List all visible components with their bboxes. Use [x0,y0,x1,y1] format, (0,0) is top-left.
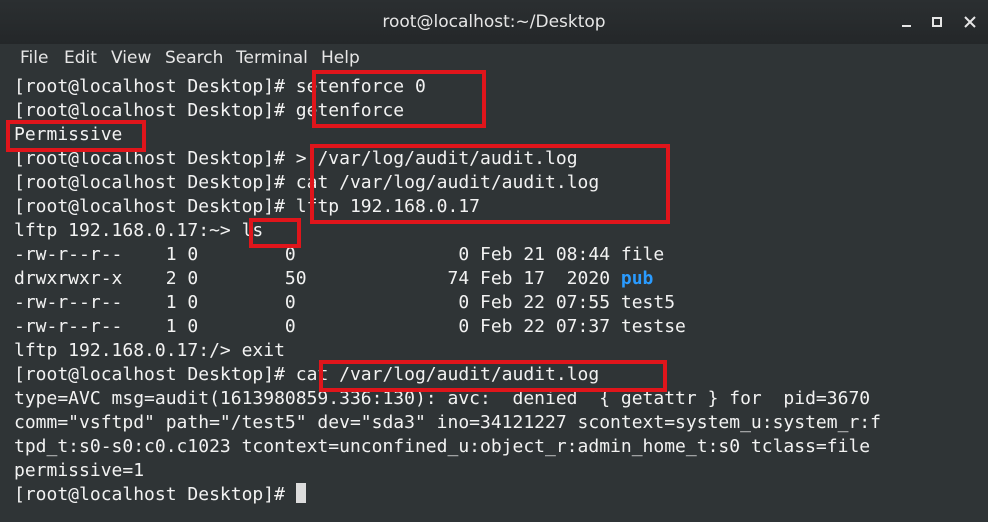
terminal-window: root@localhost:~/Desktop File Edit View … [0,0,988,522]
terminal-line: tpd_t:s0-s0:c0.c1023 tcontext=unconfined… [14,436,871,457]
highlight-box-commands [310,144,670,224]
menu-help[interactable]: Help [321,48,360,68]
directory-name: pub [620,268,654,289]
menu-search[interactable]: Search [165,48,223,68]
terminal-line: lftp 192.168.0.17:~> ls [14,220,264,241]
menu-file[interactable]: File [20,48,48,68]
window-title: root@localhost:~/Desktop [382,12,606,32]
terminal-line: -rw-r--r-- 1 0 0 0 Feb 22 07:37 testse [14,316,686,337]
title-bar[interactable]: root@localhost:~/Desktop [0,0,988,44]
close-icon[interactable] [961,13,979,31]
terminal-line: [root@localhost Desktop]# [14,483,306,507]
menu-terminal[interactable]: Terminal [236,48,308,68]
terminal-line: -rw-r--r-- 1 0 0 0 Feb 21 08:44 file [14,244,665,265]
terminal-line: comm="vsftpd" path="/test5" dev="sda3" i… [14,412,881,433]
menu-bar: File Edit View Search Terminal Help [0,44,988,72]
minimize-icon[interactable] [898,13,916,31]
terminal-line: lftp 192.168.0.17:/> exit [14,340,285,361]
highlight-box-cat [319,360,667,392]
highlight-box-permissive [6,120,146,152]
terminal-output[interactable]: [root@localhost Desktop]# setenforce 0 [… [0,70,988,522]
terminal-line: drwxrwxr-x 2 0 50 74 Feb 17 2020 pub [14,268,654,289]
terminal-line: permissive=1 [14,460,145,481]
cursor [295,483,306,503]
menu-view[interactable]: View [111,48,151,68]
maximize-icon[interactable] [928,13,946,31]
menu-edit[interactable]: Edit [64,48,97,68]
highlight-box-setenforce [312,70,486,128]
highlight-box-ls [249,218,301,248]
terminal-line: -rw-r--r-- 1 0 0 0 Feb 22 07:55 test5 [14,292,676,313]
